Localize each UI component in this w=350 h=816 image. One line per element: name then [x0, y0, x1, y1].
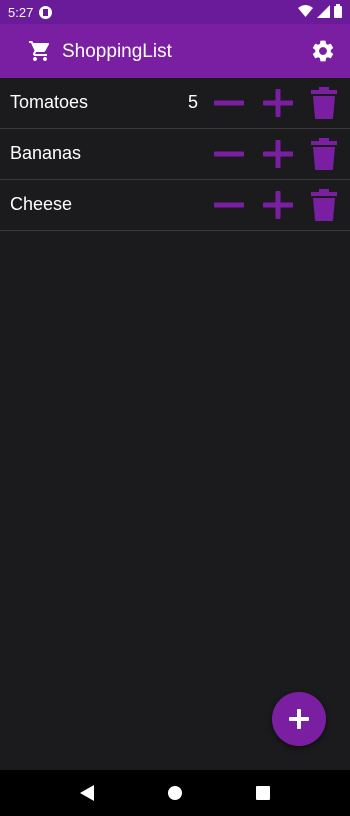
list-item: Tomatoes 5 — [0, 78, 350, 129]
delete-button[interactable] — [311, 189, 337, 221]
plus-icon — [263, 140, 293, 168]
app-bar: ShoppingList — [0, 24, 350, 78]
increase-button[interactable] — [262, 140, 294, 168]
signal-icon — [317, 4, 330, 18]
item-quantity: 5 — [187, 92, 198, 112]
trash-icon — [311, 87, 337, 119]
status-time: 5:27 — [8, 4, 34, 20]
item-name: Tomatoes — [10, 92, 89, 112]
home-icon[interactable] — [168, 786, 182, 800]
list-item: Cheese — [0, 180, 350, 231]
back-icon[interactable] — [80, 785, 94, 801]
recents-icon[interactable] — [256, 786, 270, 800]
wifi-icon — [298, 4, 313, 17]
decrease-button[interactable] — [213, 89, 245, 117]
minus-icon — [214, 100, 244, 106]
battery-icon — [334, 4, 342, 18]
plus-icon — [263, 89, 293, 117]
gear-icon[interactable] — [310, 38, 336, 64]
plus-icon — [263, 191, 293, 219]
shopping-list: Tomatoes 5 Bananas Cheese — [0, 78, 350, 231]
increase-button[interactable] — [262, 89, 294, 117]
delete-button[interactable] — [311, 138, 337, 170]
trash-icon — [311, 189, 337, 221]
decrease-button[interactable] — [213, 191, 245, 219]
notification-app-icon — [39, 5, 53, 19]
trash-icon — [311, 138, 337, 170]
item-name: Bananas — [10, 143, 82, 163]
plus-icon — [289, 709, 309, 729]
status-bar: 5:27 — [0, 0, 350, 24]
cart-icon — [29, 41, 50, 61]
system-nav-bar — [0, 770, 350, 816]
increase-button[interactable] — [262, 191, 294, 219]
decrease-button[interactable] — [213, 140, 245, 168]
item-name: Cheese — [10, 194, 73, 214]
delete-button[interactable] — [311, 87, 337, 119]
add-item-button[interactable] — [272, 692, 326, 746]
minus-icon — [214, 151, 244, 157]
page-title: ShoppingList — [62, 41, 172, 62]
list-item: Bananas — [0, 129, 350, 180]
minus-icon — [214, 202, 244, 208]
status-icons — [298, 4, 342, 18]
